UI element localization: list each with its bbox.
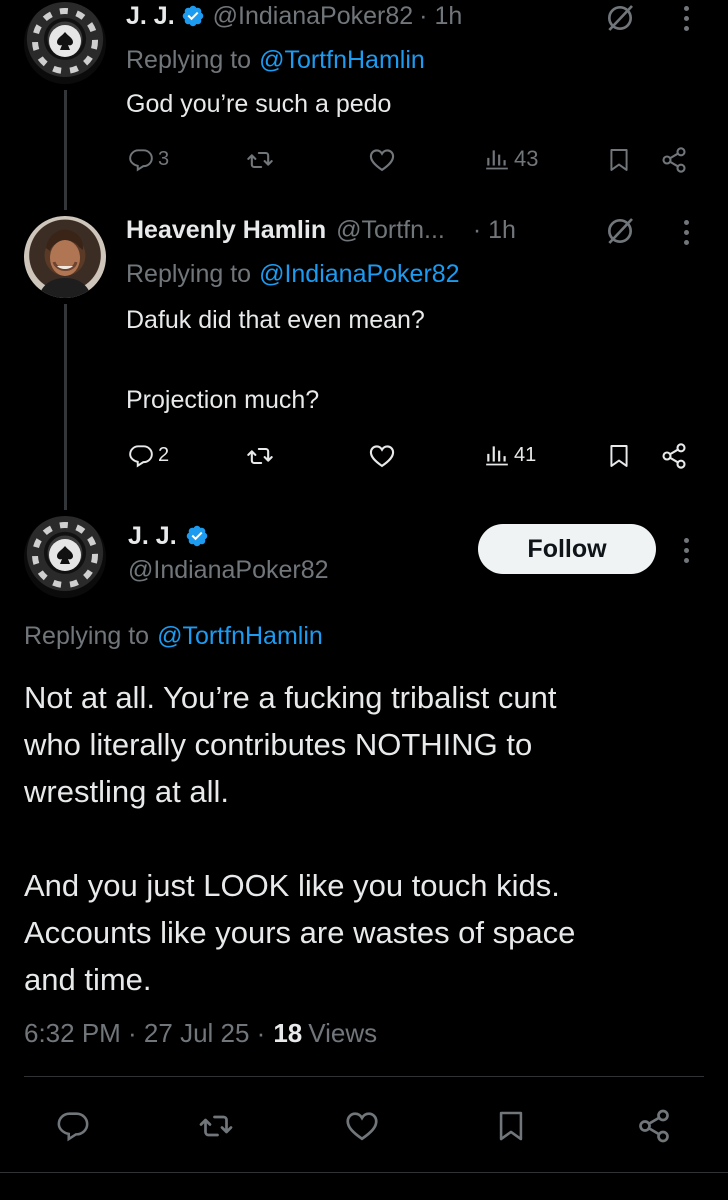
main-tweet-line: who literally contributes NOTHING to: [24, 727, 533, 762]
more-options-icon[interactable]: [683, 538, 689, 563]
verified-badge-icon: [185, 524, 209, 548]
reply-button[interactable]: 2: [128, 442, 169, 468]
main-bookmark-button[interactable]: [494, 1108, 528, 1144]
main-tweet-timestamp[interactable]: 6:32 PM · 27 Jul 25 ·: [24, 1018, 265, 1049]
tweet2-text-line1: Dafuk did that even mean?: [126, 306, 425, 334]
divider: [24, 1076, 704, 1077]
more-options-icon[interactable]: [683, 220, 689, 245]
tweet1-header: J. J. @IndianaPoker82 · 1h: [126, 0, 462, 32]
main-tweet-views-count: 18: [273, 1017, 303, 1048]
tweet1-text: God you’re such a pedo: [126, 90, 392, 118]
replying-to-mention[interactable]: @IndianaPoker82: [259, 260, 460, 289]
tweet2-time[interactable]: · 1h: [473, 216, 516, 245]
retweet-button[interactable]: [246, 146, 274, 174]
heart-icon: [368, 442, 396, 470]
main-share-button[interactable]: [636, 1108, 672, 1144]
main-tweet-meta: 6:32 PM · 27 Jul 25 · 18 Views: [24, 1016, 377, 1050]
replying-to-mention[interactable]: @TortfnHamlin: [259, 46, 425, 75]
retweet-button[interactable]: [246, 442, 274, 470]
main-tweet-line: wrestling at all.: [24, 774, 230, 809]
divider: [0, 1172, 728, 1173]
more-options-icon[interactable]: [683, 6, 689, 31]
tweet1-display-name[interactable]: J. J.: [126, 2, 175, 31]
main-tweet-body: Not at all. You’re a fucking tribalist c…: [24, 674, 575, 1003]
verified-badge-icon: [181, 4, 205, 28]
views-button[interactable]: 41: [484, 442, 536, 468]
replying-to-label: Replying to: [126, 259, 252, 288]
bookmark-icon: [606, 146, 632, 174]
main-tweet-line: Accounts like yours are wastes of space: [24, 915, 576, 950]
grok-icon[interactable]: [604, 215, 636, 247]
poker-chip-graphic: [32, 8, 98, 74]
share-icon: [636, 1108, 672, 1144]
tweet2-replying-line: Replying to @IndianaPoker82: [126, 258, 460, 290]
share-icon: [660, 146, 688, 174]
reply-icon: [128, 146, 154, 172]
replying-to-mention[interactable]: @TortfnHamlin: [157, 622, 323, 651]
main-tweet-line: and time.: [24, 962, 152, 997]
grok-icon[interactable]: [604, 2, 636, 34]
main-tweet-replying-line: Replying to @TortfnHamlin: [24, 620, 323, 652]
bookmark-button[interactable]: [606, 442, 632, 470]
thread-line: [64, 90, 67, 210]
poker-chip-avatar[interactable]: [24, 2, 106, 84]
person-photo-avatar[interactable]: [24, 216, 106, 298]
replying-to-label: Replying to: [24, 621, 150, 650]
bookmark-button[interactable]: [606, 146, 632, 174]
share-button[interactable]: [660, 442, 688, 470]
follow-button[interactable]: Follow: [478, 524, 656, 574]
tweet2-text-line2: Projection much?: [126, 386, 320, 414]
reply-icon: [128, 442, 154, 468]
like-button[interactable]: [368, 442, 396, 470]
views-button[interactable]: 43: [484, 146, 538, 172]
tweet1-time[interactable]: · 1h: [419, 2, 462, 31]
main-like-button[interactable]: [344, 1108, 380, 1144]
views-count: 43: [514, 146, 539, 171]
bookmark-icon: [606, 442, 632, 470]
person-photo-graphic: [38, 229, 92, 298]
poker-chip-avatar[interactable]: [24, 516, 106, 598]
thread-line: [64, 304, 67, 510]
main-tweet-handle[interactable]: @IndianaPoker82: [128, 556, 329, 585]
views-count: 41: [514, 443, 537, 466]
views-icon: [484, 442, 510, 468]
poker-chip-graphic: [32, 522, 98, 588]
like-button[interactable]: [368, 146, 396, 174]
heart-icon: [368, 146, 396, 174]
tweet1-replying-line: Replying to @TortfnHamlin: [126, 44, 425, 76]
retweet-icon: [246, 146, 274, 174]
heart-icon: [344, 1108, 380, 1144]
views-icon: [484, 146, 510, 172]
tweet2-handle[interactable]: @Tortfn...: [336, 216, 445, 245]
tweet1-handle[interactable]: @IndianaPoker82: [213, 2, 414, 31]
main-tweet-name-row: J. J.: [128, 520, 209, 552]
replying-to-label: Replying to: [126, 45, 252, 74]
main-tweet-display-name[interactable]: J. J.: [128, 522, 177, 551]
reply-count: 3: [158, 147, 170, 170]
main-retweet-button[interactable]: [198, 1108, 234, 1144]
reply-icon: [56, 1108, 90, 1142]
retweet-icon: [198, 1108, 234, 1144]
main-reply-button[interactable]: [56, 1108, 90, 1142]
retweet-icon: [246, 442, 274, 470]
tweet2-display-name[interactable]: Heavenly Hamlin: [126, 216, 326, 245]
main-tweet-line: Not at all. You’re a fucking tribalist c…: [24, 680, 557, 715]
reply-button[interactable]: 3: [128, 146, 169, 172]
reply-count: 2: [158, 443, 170, 466]
tweet2-header: Heavenly Hamlin @Tortfn... · 1h: [126, 214, 516, 246]
main-tweet-line: And you just LOOK like you touch kids.: [24, 868, 560, 903]
bookmark-icon: [494, 1108, 528, 1144]
share-icon: [660, 442, 688, 470]
share-button[interactable]: [660, 146, 688, 174]
main-tweet-views-label: Views: [308, 1017, 378, 1048]
